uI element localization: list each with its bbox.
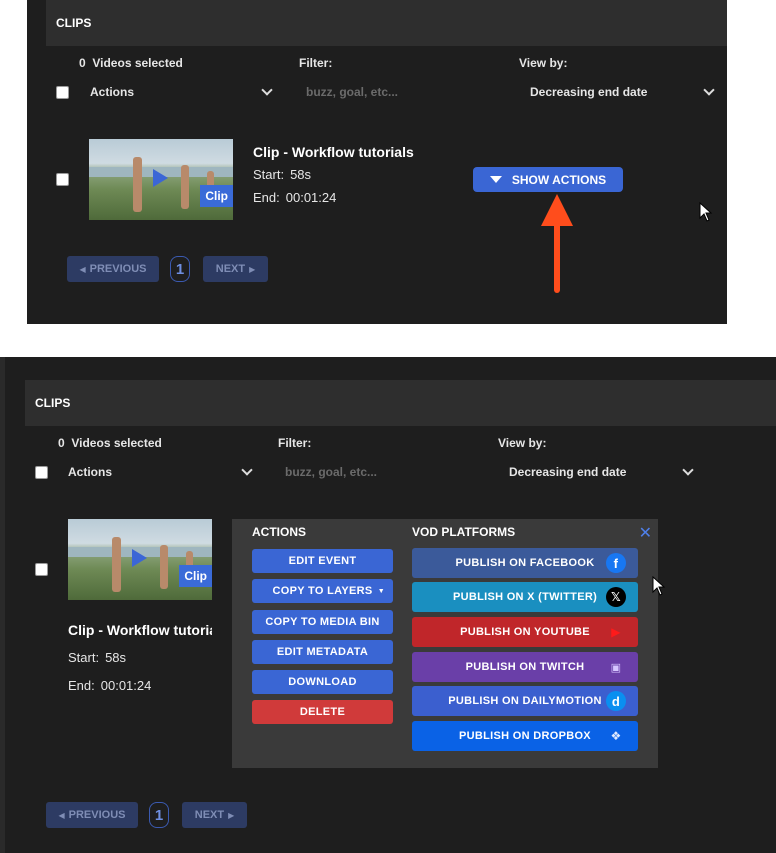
publish-facebook-button[interactable]: PUBLISH ON FACEBOOK f — [412, 548, 638, 578]
actions-select[interactable]: Actions — [68, 465, 112, 479]
clip-thumbnail[interactable]: Clip — [68, 519, 212, 600]
youtube-icon: ▶ — [611, 625, 621, 639]
select-all-checkbox[interactable] — [35, 466, 48, 479]
show-actions-button[interactable]: SHOW ACTIONS — [473, 167, 623, 192]
chevron-right-icon: ▶ — [249, 264, 256, 274]
viewby-label: View by: — [498, 436, 547, 450]
clip-title: Clip - Workflow tutorials — [68, 622, 212, 638]
clips-title: CLIPS — [35, 396, 71, 410]
delete-button[interactable]: DELETE — [252, 700, 393, 724]
clip-title: Clip - Workflow tutorials — [253, 144, 414, 160]
clip-start: Start: 58s — [68, 650, 127, 665]
mouse-cursor-icon — [652, 576, 666, 596]
previous-button[interactable]: ◀ PREVIOUS — [46, 802, 138, 828]
clips-panel-collapsed: CLIPS 0 Videos selected Filter: View by:… — [27, 0, 727, 324]
select-all-checkbox[interactable] — [56, 86, 69, 99]
play-icon — [132, 549, 147, 567]
chevron-left-icon: ◀ — [58, 810, 65, 820]
copy-to-layers-button[interactable]: COPY TO LAYERS ▼ — [252, 579, 393, 603]
videos-selected: 0 Videos selected — [79, 56, 183, 70]
filter-label: Filter: — [278, 436, 312, 450]
chevron-down-icon — [703, 84, 715, 96]
edit-metadata-button[interactable]: EDIT METADATA — [252, 640, 393, 664]
chevron-down-icon — [241, 464, 253, 476]
filter-label: Filter: — [299, 56, 333, 70]
next-button[interactable]: NEXT ▶ — [182, 802, 247, 828]
clip-checkbox[interactable] — [56, 173, 69, 186]
clip-end: End: 00:01:24 — [253, 190, 337, 205]
play-icon — [153, 169, 168, 187]
vod-platforms-heading: VOD PLATFORMS — [412, 525, 516, 539]
publish-twitch-button[interactable]: PUBLISH ON TWITCH ▣ — [412, 652, 638, 682]
publish-x-twitter-button[interactable]: PUBLISH ON X (TWITTER) 𝕏 — [412, 582, 638, 612]
publish-dailymotion-button[interactable]: PUBLISH ON DAILYMOTION d — [412, 686, 638, 716]
clip-tag: Clip — [179, 565, 212, 587]
dropbox-icon: ❖ — [610, 729, 622, 743]
chevron-left-icon: ◀ — [79, 264, 86, 274]
videos-selected: 0 Videos selected — [58, 436, 162, 450]
publish-dropbox-button[interactable]: PUBLISH ON DROPBOX ❖ — [412, 721, 638, 751]
facebook-icon: f — [606, 553, 626, 573]
x-twitter-icon: 𝕏 — [606, 587, 626, 607]
actions-popup: ACTIONS VOD PLATFORMS ✕ EDIT EVENT COPY … — [232, 519, 658, 768]
annotation-arrow — [541, 194, 573, 293]
viewby-select[interactable]: Decreasing end date — [530, 85, 647, 99]
clip-checkbox[interactable] — [35, 563, 48, 576]
next-button[interactable]: NEXT ▶ — [203, 256, 268, 282]
download-button[interactable]: DOWNLOAD — [252, 670, 393, 694]
clips-title: CLIPS — [56, 16, 92, 30]
clip-tag: Clip — [200, 185, 233, 207]
previous-button[interactable]: ◀ PREVIOUS — [67, 256, 159, 282]
twitch-icon: ▣ — [610, 661, 622, 674]
actions-heading: ACTIONS — [252, 525, 306, 539]
edit-event-button[interactable]: EDIT EVENT — [252, 549, 393, 573]
chevron-down-icon — [682, 464, 694, 476]
publish-youtube-button[interactable]: PUBLISH ON YOUTUBE ▶ — [412, 617, 638, 647]
clip-end: End: 00:01:24 — [68, 678, 152, 693]
viewby-label: View by: — [519, 56, 568, 70]
filter-input[interactable]: buzz, goal, etc... — [285, 465, 377, 479]
mouse-cursor-icon — [699, 202, 713, 222]
dailymotion-icon: d — [606, 691, 626, 711]
copy-to-media-bin-button[interactable]: COPY TO MEDIA BIN — [252, 610, 393, 634]
viewby-select[interactable]: Decreasing end date — [509, 465, 626, 479]
close-icon[interactable]: ✕ — [639, 523, 652, 543]
caret-down-icon: ▼ — [377, 587, 385, 595]
caret-down-icon — [489, 176, 502, 183]
page-number-button[interactable]: 1 — [149, 802, 169, 828]
chevron-right-icon: ▶ — [228, 810, 235, 820]
clips-header: CLIPS — [46, 0, 727, 46]
filter-input[interactable]: buzz, goal, etc... — [306, 85, 398, 99]
actions-select[interactable]: Actions — [90, 85, 134, 99]
page-number-button[interactable]: 1 — [170, 256, 190, 282]
clip-start: Start: 58s — [253, 167, 312, 182]
chevron-down-icon — [261, 84, 273, 96]
clips-header: CLIPS — [25, 380, 776, 426]
clip-thumbnail[interactable]: Clip — [89, 139, 233, 220]
